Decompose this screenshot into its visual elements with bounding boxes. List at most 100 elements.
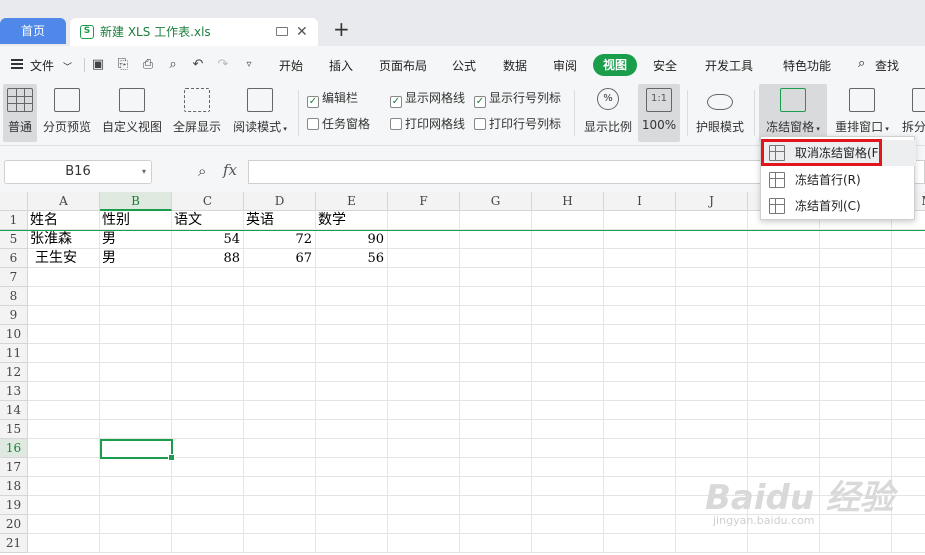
table-cell[interactable]: 王生安 bbox=[28, 249, 100, 268]
table-cell[interactable] bbox=[460, 249, 532, 268]
table-cell[interactable] bbox=[388, 230, 460, 249]
table-cell[interactable] bbox=[28, 401, 100, 420]
table-cell[interactable] bbox=[244, 382, 316, 401]
zoom-100-button[interactable]: 1:1 100% bbox=[638, 84, 680, 142]
table-cell[interactable] bbox=[28, 287, 100, 306]
table-cell[interactable]: 性别 bbox=[100, 211, 172, 230]
table-cell[interactable] bbox=[532, 382, 604, 401]
table-cell[interactable] bbox=[28, 268, 100, 287]
table-cell[interactable] bbox=[460, 420, 532, 439]
redo-icon[interactable]: ↷ bbox=[215, 57, 231, 73]
freeze-first-column-item[interactable]: 冻结首列(C) bbox=[761, 193, 916, 219]
table-cell[interactable] bbox=[676, 268, 748, 287]
custom-view-button[interactable]: 自定义视图 bbox=[101, 84, 163, 142]
table-cell[interactable] bbox=[388, 496, 460, 515]
table-cell[interactable] bbox=[532, 268, 604, 287]
table-cell[interactable] bbox=[460, 439, 532, 458]
table-cell[interactable] bbox=[532, 230, 604, 249]
table-cell[interactable] bbox=[316, 287, 388, 306]
table-cell[interactable] bbox=[460, 477, 532, 496]
table-cell[interactable] bbox=[28, 515, 100, 534]
table-cell[interactable] bbox=[100, 287, 172, 306]
table-cell[interactable] bbox=[748, 420, 820, 439]
table-cell[interactable] bbox=[676, 420, 748, 439]
table-cell[interactable] bbox=[820, 439, 892, 458]
table-cell[interactable] bbox=[316, 515, 388, 534]
table-cell[interactable] bbox=[316, 382, 388, 401]
menu-find[interactable]: 查找 bbox=[875, 57, 899, 74]
table-cell[interactable] bbox=[532, 534, 604, 553]
save-icon[interactable]: ▣ bbox=[90, 57, 106, 73]
table-cell[interactable] bbox=[892, 363, 925, 382]
table-cell[interactable] bbox=[676, 363, 748, 382]
table-cell[interactable] bbox=[316, 325, 388, 344]
table-cell[interactable]: 男 bbox=[100, 230, 172, 249]
table-cell[interactable] bbox=[532, 211, 604, 230]
table-cell[interactable] bbox=[388, 287, 460, 306]
column-header[interactable]: H bbox=[532, 192, 604, 211]
row-header[interactable]: 9 bbox=[0, 306, 28, 325]
table-cell[interactable] bbox=[100, 268, 172, 287]
table-cell[interactable] bbox=[460, 306, 532, 325]
table-cell[interactable] bbox=[676, 401, 748, 420]
table-cell[interactable] bbox=[244, 344, 316, 363]
menu-developer[interactable]: 开发工具 bbox=[705, 57, 753, 74]
table-cell[interactable] bbox=[460, 363, 532, 382]
table-cell[interactable] bbox=[100, 420, 172, 439]
table-cell[interactable] bbox=[676, 382, 748, 401]
table-cell[interactable]: 90 bbox=[316, 230, 388, 249]
table-cell[interactable] bbox=[532, 439, 604, 458]
table-cell[interactable]: 张淮森 bbox=[28, 230, 100, 249]
table-cell[interactable] bbox=[388, 249, 460, 268]
table-cell[interactable] bbox=[748, 363, 820, 382]
zoom-button[interactable]: % 显示比例 bbox=[582, 84, 634, 142]
table-cell[interactable] bbox=[460, 344, 532, 363]
table-cell[interactable] bbox=[172, 306, 244, 325]
show-headings-checkbox[interactable]: ✓ 显示行号列标 bbox=[474, 90, 561, 108]
table-cell[interactable] bbox=[28, 363, 100, 382]
row-header[interactable]: 8 bbox=[0, 287, 28, 306]
table-cell[interactable] bbox=[100, 515, 172, 534]
table-cell[interactable] bbox=[100, 496, 172, 515]
reading-mode-button[interactable]: 阅读模式 ▾ bbox=[230, 84, 290, 142]
row-header[interactable]: 13 bbox=[0, 382, 28, 401]
table-cell[interactable] bbox=[532, 420, 604, 439]
table-cell[interactable] bbox=[172, 325, 244, 344]
table-cell[interactable] bbox=[460, 496, 532, 515]
table-cell[interactable] bbox=[28, 439, 100, 458]
table-cell[interactable] bbox=[604, 287, 676, 306]
table-cell[interactable] bbox=[820, 401, 892, 420]
table-cell[interactable] bbox=[244, 306, 316, 325]
table-cell[interactable] bbox=[172, 439, 244, 458]
row-header[interactable]: 16 bbox=[0, 439, 28, 458]
table-cell[interactable] bbox=[172, 477, 244, 496]
table-cell[interactable] bbox=[820, 268, 892, 287]
table-cell[interactable] bbox=[604, 401, 676, 420]
table-cell[interactable] bbox=[748, 306, 820, 325]
row-header[interactable]: 7 bbox=[0, 268, 28, 287]
table-cell[interactable] bbox=[892, 230, 925, 249]
table-cell[interactable] bbox=[388, 306, 460, 325]
table-cell[interactable] bbox=[172, 401, 244, 420]
table-cell[interactable] bbox=[532, 344, 604, 363]
undo-icon[interactable]: ↶ bbox=[190, 57, 206, 73]
table-cell[interactable] bbox=[244, 268, 316, 287]
table-cell[interactable] bbox=[172, 344, 244, 363]
formula-bar-checkbox[interactable]: ✓ 编辑栏 bbox=[307, 90, 358, 108]
table-cell[interactable] bbox=[388, 344, 460, 363]
monitor-icon[interactable] bbox=[276, 27, 288, 36]
table-cell[interactable]: 英语 bbox=[244, 211, 316, 230]
table-cell[interactable] bbox=[388, 534, 460, 553]
table-cell[interactable]: 男 bbox=[100, 249, 172, 268]
table-cell[interactable] bbox=[172, 382, 244, 401]
table-cell[interactable] bbox=[892, 382, 925, 401]
row-header[interactable]: 14 bbox=[0, 401, 28, 420]
column-header[interactable]: E bbox=[316, 192, 388, 211]
close-icon[interactable]: ✕ bbox=[296, 18, 308, 46]
table-cell[interactable] bbox=[316, 363, 388, 382]
active-cell-selection[interactable] bbox=[100, 439, 175, 461]
menu-formula[interactable]: 公式 bbox=[452, 57, 476, 74]
table-cell[interactable] bbox=[172, 534, 244, 553]
table-cell[interactable] bbox=[532, 401, 604, 420]
table-cell[interactable] bbox=[316, 268, 388, 287]
